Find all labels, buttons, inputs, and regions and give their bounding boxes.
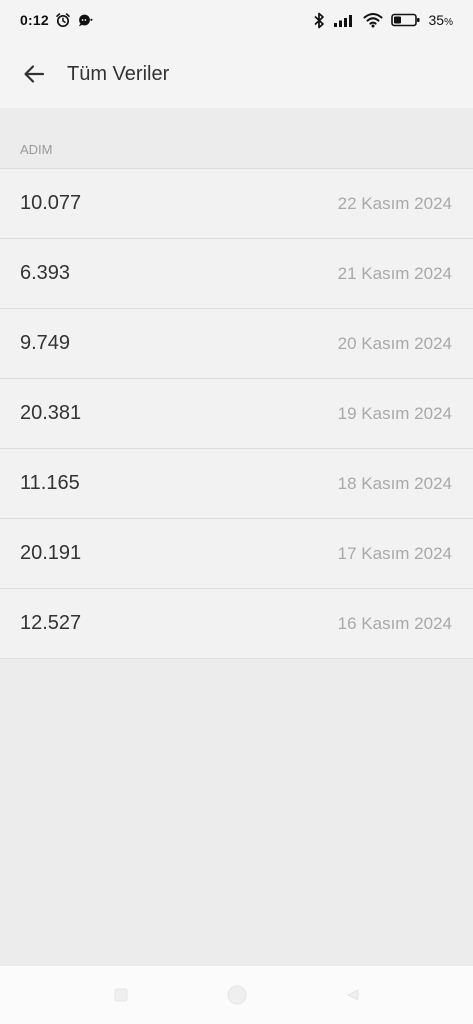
alarm-icon <box>55 12 71 28</box>
status-time: 0:12 <box>20 12 49 28</box>
back-nav-button[interactable] <box>341 983 365 1007</box>
battery-level-fill <box>393 16 401 24</box>
page-title: Tüm Veriler <box>67 62 170 85</box>
battery-icon <box>390 13 421 27</box>
system-nav-bar <box>0 966 473 1024</box>
data-list: 10.077 22 Kasım 2024 6.393 21 Kasım 2024 9.7… <box>0 169 473 659</box>
list-item[interactable]: 12.527 16 Kasım 2024 <box>0 589 473 659</box>
record-date: 17 Kasım 2024 <box>337 543 452 563</box>
list-item[interactable]: 20.381 19 Kasım 2024 <box>0 379 473 449</box>
step-count-value: 10.077 <box>20 192 82 214</box>
home-icon <box>226 984 248 1006</box>
home-button[interactable] <box>225 983 249 1007</box>
status-bar: 0:12 35% <box>0 0 473 40</box>
status-right: 35% <box>313 12 453 29</box>
list-item[interactable]: 9.749 20 Kasım 2024 <box>0 309 473 379</box>
bluetooth-icon <box>313 12 325 29</box>
step-count-value: 12.527 <box>20 612 82 634</box>
back-button[interactable] <box>17 57 51 91</box>
step-count-value: 11.165 <box>20 472 80 494</box>
recents-icon <box>113 987 129 1003</box>
record-date: 16 Kasım 2024 <box>337 613 452 633</box>
back-nav-icon <box>345 987 361 1003</box>
section-header: ADIM <box>0 108 473 169</box>
step-count-value: 6.393 <box>20 262 71 284</box>
record-date: 21 Kasım 2024 <box>337 263 452 283</box>
list-item[interactable]: 11.165 18 Kasım 2024 <box>0 449 473 519</box>
app-bar: Tüm Veriler <box>0 40 473 108</box>
step-count-value: 9.749 <box>20 332 71 354</box>
battery-percent: 35% <box>429 12 453 28</box>
step-count-value: 20.191 <box>20 542 82 564</box>
battery-percent-value: 35 <box>428 12 445 28</box>
list-item[interactable]: 6.393 21 Kasım 2024 <box>0 239 473 309</box>
list-item[interactable]: 20.191 17 Kasım 2024 <box>0 519 473 589</box>
status-left: 0:12 <box>20 12 93 28</box>
record-date: 22 Kasım 2024 <box>337 193 452 213</box>
record-date: 18 Kasım 2024 <box>337 473 452 493</box>
list-item[interactable]: 10.077 22 Kasım 2024 <box>0 169 473 239</box>
signal-icon <box>333 13 355 27</box>
record-date: 19 Kasım 2024 <box>337 403 452 423</box>
step-count-value: 20.381 <box>20 402 82 424</box>
wifi-icon <box>363 12 383 28</box>
chat-bubble-icon <box>77 12 93 28</box>
battery-percent-sign: % <box>444 17 453 28</box>
record-date: 20 Kasım 2024 <box>337 333 452 353</box>
recents-button[interactable] <box>109 983 133 1007</box>
arrow-left-icon <box>22 62 46 86</box>
